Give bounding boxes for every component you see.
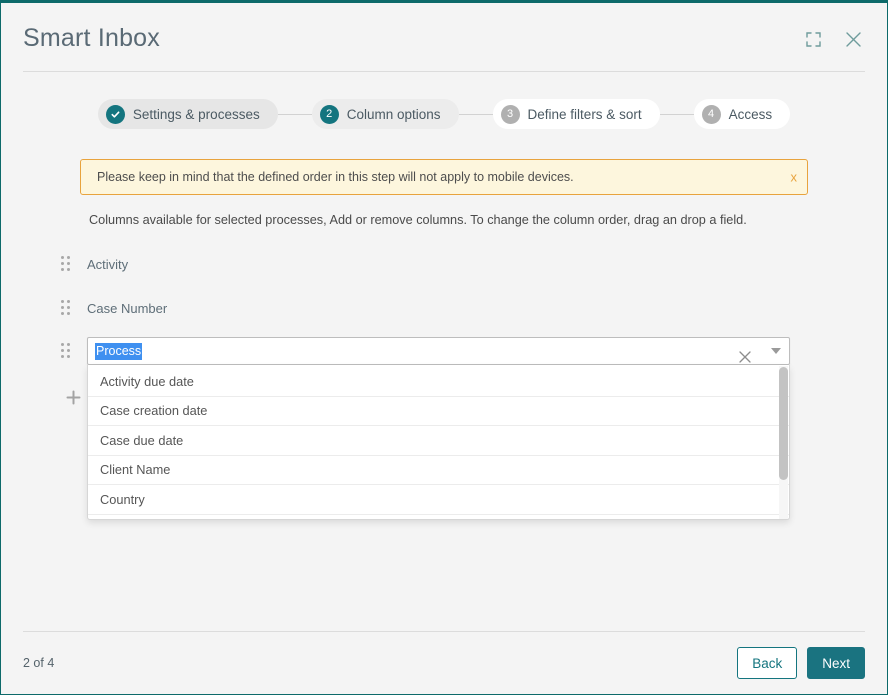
dropdown-scrollbar-thumb[interactable] [779,367,788,480]
dropdown-option-list: Activity due date Case creation date Cas… [88,365,789,519]
dropdown-option[interactable]: Client Name [88,455,789,485]
drag-handle-icon[interactable] [61,256,73,272]
drag-handle-icon[interactable] [61,300,73,316]
column-row-activity: Activity [1,249,887,279]
step-number-badge: 4 [701,104,721,124]
step-label: Settings & processes [132,106,260,122]
dialog-footer: 2 of 4 Back Next [1,632,887,694]
page-title: Smart Inbox [23,23,160,52]
step-settings-processes[interactable]: Settings & processes [97,99,278,129]
warning-banner-text: Please keep in mind that the defined ord… [97,169,574,184]
title-divider [23,71,865,72]
back-button[interactable]: Back [737,647,798,679]
step-number-badge: 3 [500,104,520,124]
expand-icon[interactable] [799,25,827,53]
remove-column-icon[interactable] [736,348,754,366]
step-label: Define filters & sort [527,106,642,122]
step-column-options[interactable]: 2 Column options [311,99,459,129]
step-access[interactable]: 4 Access [693,99,791,129]
column-name: Case Number [87,300,168,316]
column-name: Activity [87,256,129,272]
column-options-dropdown: Activity due date Case creation date Cas… [87,365,790,520]
step-connector [277,113,312,115]
column-row-editor: Process Activity due date Case creation … [1,337,887,520]
step-define-filters-sort[interactable]: 3 Define filters & sort [492,99,660,129]
dropdown-option[interactable]: Activity due date [88,367,789,397]
next-button[interactable]: Next [807,647,865,679]
column-list: Activity Case Number Process Activity du… [1,249,887,520]
check-icon [105,104,125,124]
column-select-value: Process [95,342,143,360]
wizard-stepper: Settings & processes 2 Column options 3 … [1,99,887,129]
column-select-input[interactable]: Process [87,337,790,365]
step-connector [659,113,694,115]
drag-handle-icon[interactable] [61,343,73,359]
dropdown-option[interactable]: Country [88,485,789,515]
dropdown-option[interactable]: Case creation date [88,396,789,426]
titlebar-actions [799,25,867,53]
step-connector [458,113,493,115]
dropdown-option[interactable]: Case due date [88,426,789,456]
page-counter: 2 of 4 [23,656,55,670]
warning-banner: Please keep in mind that the defined ord… [80,159,808,195]
close-icon[interactable] [839,25,867,53]
step-number-badge: 2 [319,104,339,124]
column-combobox: Process Activity due date Case creation … [87,337,790,520]
footer-buttons: Back Next [737,647,865,679]
add-column-button[interactable] [63,387,83,407]
chevron-down-icon[interactable] [771,348,781,354]
smart-inbox-dialog: Smart Inbox Settings & processes 2 Colum… [0,0,888,695]
column-row-case-number: Case Number [1,293,887,323]
helper-text: Columns available for selected processes… [89,213,747,227]
warning-banner-close-icon[interactable]: x [791,171,798,184]
dialog-titlebar: Smart Inbox [1,3,887,73]
step-label: Column options [346,106,441,122]
step-label: Access [728,106,773,122]
